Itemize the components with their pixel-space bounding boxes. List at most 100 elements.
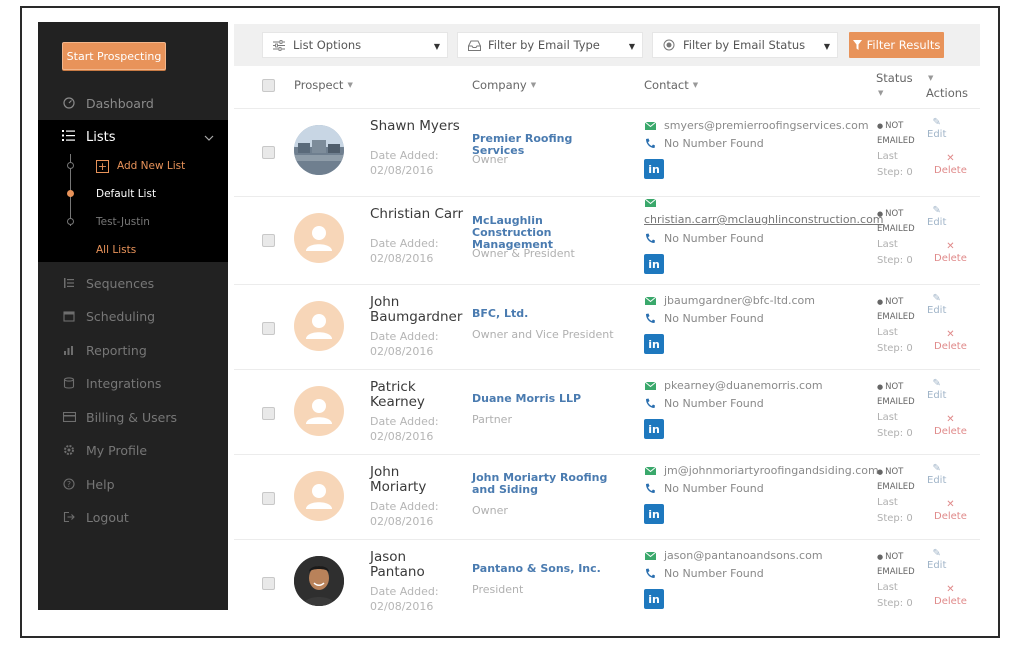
- email-address[interactable]: christian.carr@mclaughlinconstruction.co…: [644, 213, 884, 226]
- nav-help[interactable]: ? Help: [38, 471, 228, 497]
- table-row[interactable]: Jason Pantano Date Added: 02/08/2016 Pan…: [234, 539, 980, 624]
- phone-line: No Number Found: [644, 397, 764, 410]
- email-address[interactable]: jbaumgardner@bfc-ltd.com: [664, 294, 815, 307]
- nav-scheduling[interactable]: Scheduling: [38, 303, 228, 329]
- company-role: Owner and Vice President: [472, 328, 614, 341]
- prospect-name[interactable]: Patrick Kearney: [370, 380, 450, 410]
- row-checkbox[interactable]: [262, 577, 275, 590]
- gear-icon: [62, 443, 76, 457]
- table-row[interactable]: Patrick Kearney Date Added: 02/08/2016 D…: [234, 369, 980, 454]
- email-address[interactable]: jason@pantanoandsons.com: [664, 549, 823, 562]
- email-address[interactable]: jm@johnmoriartyroofingandsiding.com: [664, 464, 879, 477]
- date-added-label: Date Added:: [370, 500, 439, 513]
- nav-billing-users[interactable]: Billing & Users: [38, 404, 228, 430]
- delete-button[interactable]: ✕ Delete: [934, 499, 967, 523]
- chevron-down-icon[interactable]: [204, 130, 214, 145]
- start-prospecting-button[interactable]: Start Prospecting: [62, 42, 166, 70]
- status-dot-icon: ●: [877, 383, 884, 391]
- company-link[interactable]: Pantano & Sons, Inc.: [472, 563, 622, 575]
- delete-button[interactable]: ✕ Delete: [934, 153, 967, 177]
- edit-button[interactable]: ✎ Edit: [927, 293, 946, 317]
- table-row[interactable]: Christian Carr Date Added: 02/08/2016 Mc…: [234, 196, 980, 281]
- filter-icon: [852, 40, 862, 50]
- select-all-checkbox[interactable]: [262, 79, 275, 92]
- status-last: Last: [877, 327, 898, 338]
- phone-number: No Number Found: [664, 137, 764, 150]
- filter-results-button[interactable]: Filter Results: [849, 32, 944, 58]
- linkedin-icon[interactable]: in: [644, 589, 664, 609]
- email-line[interactable]: jm@johnmoriartyroofingandsiding.com: [644, 464, 879, 477]
- delete-button[interactable]: ✕ Delete: [934, 584, 967, 608]
- edit-button[interactable]: ✎ Edit: [927, 463, 946, 487]
- nav-dashboard[interactable]: Dashboard: [38, 90, 228, 116]
- nav-reporting-label: Reporting: [86, 342, 147, 358]
- phone-line: No Number Found: [644, 137, 764, 150]
- row-checkbox[interactable]: [262, 492, 275, 505]
- edit-button[interactable]: ✎ Edit: [927, 117, 946, 141]
- email-type-select[interactable]: Filter by Email Type ▼: [457, 32, 643, 58]
- row-checkbox[interactable]: [262, 146, 275, 159]
- prospect-name[interactable]: Jason Pantano: [370, 550, 450, 580]
- company-link[interactable]: John Moriarty Roofing and Siding: [472, 472, 622, 496]
- default-list-link[interactable]: Default List: [96, 187, 156, 201]
- test-justin-link[interactable]: Test-Justin: [96, 215, 150, 229]
- table-row[interactable]: John Moriarty Date Added: 02/08/2016 Joh…: [234, 454, 980, 539]
- nav-sequences[interactable]: Sequences: [38, 270, 228, 296]
- status-step: Step: 0: [877, 167, 913, 178]
- email-line[interactable]: pkearney@duanemorris.com: [644, 379, 823, 392]
- nav-lists[interactable]: Lists: [62, 128, 214, 146]
- delete-button[interactable]: ✕ Delete: [934, 414, 967, 438]
- prospect-name[interactable]: Shawn Myers: [370, 119, 465, 134]
- edit-icon: ✎: [932, 548, 941, 559]
- edit-button[interactable]: ✎ Edit: [927, 378, 946, 402]
- email-line[interactable]: jbaumgardner@bfc-ltd.com: [644, 294, 815, 307]
- phone-icon: [644, 233, 656, 244]
- close-icon: ✕: [946, 499, 955, 510]
- company-header[interactable]: Company ▼: [472, 78, 536, 92]
- list-options-select[interactable]: List Options ▼: [262, 32, 448, 58]
- envelope-icon: [644, 381, 656, 390]
- email-line[interactable]: christian.carr@mclaughlinconstruction.co…: [644, 213, 884, 226]
- avatar: [294, 213, 344, 263]
- contact-header[interactable]: Contact ▼: [644, 78, 698, 92]
- delete-button[interactable]: ✕ Delete: [934, 329, 967, 353]
- add-new-list-link[interactable]: + Add New List: [96, 159, 185, 173]
- email-address[interactable]: pkearney@duanemorris.com: [664, 379, 823, 392]
- email-status-select[interactable]: Filter by Email Status ▼: [652, 32, 838, 58]
- prospect-name[interactable]: John Moriarty: [370, 465, 450, 495]
- prospect-header[interactable]: Prospect ▼: [294, 78, 353, 92]
- company-link[interactable]: McLaughlin Construction Management: [472, 215, 622, 251]
- nav-my-profile[interactable]: My Profile: [38, 437, 228, 463]
- nav-integrations[interactable]: Integrations: [38, 370, 228, 396]
- status-text-1: NOT: [885, 209, 904, 219]
- prospect-name[interactable]: John Baumgardner: [370, 295, 462, 325]
- status-header[interactable]: Status ▼: [876, 71, 913, 101]
- row-checkbox[interactable]: [262, 407, 275, 420]
- prospect-name[interactable]: Christian Carr: [370, 207, 465, 222]
- email-address[interactable]: smyers@premierroofingservices.com: [664, 119, 869, 132]
- delete-button[interactable]: ✕ Delete: [934, 241, 967, 265]
- row-checkbox[interactable]: [262, 234, 275, 247]
- linkedin-icon[interactable]: in: [644, 504, 664, 524]
- delete-label: Delete: [934, 341, 967, 352]
- row-checkbox[interactable]: [262, 322, 275, 335]
- edit-button[interactable]: ✎ Edit: [927, 205, 946, 229]
- linkedin-icon[interactable]: in: [644, 419, 664, 439]
- edit-button[interactable]: ✎ Edit: [927, 548, 946, 572]
- all-lists-link[interactable]: All Lists: [96, 243, 136, 257]
- radio-icon: [663, 39, 677, 51]
- company-link[interactable]: BFC, Ltd.: [472, 308, 622, 320]
- linkedin-icon[interactable]: in: [644, 334, 664, 354]
- status-step: Step: 0: [877, 513, 913, 524]
- edit-label: Edit: [927, 305, 947, 316]
- table-row[interactable]: Shawn Myers Date Added: 02/08/2016 Premi…: [234, 108, 980, 193]
- nav-logout[interactable]: Logout: [38, 504, 228, 530]
- table-row[interactable]: John Baumgardner Date Added: 02/08/2016 …: [234, 284, 980, 369]
- email-line[interactable]: jason@pantanoandsons.com: [644, 549, 823, 562]
- email-line[interactable]: smyers@premierroofingservices.com: [644, 119, 869, 132]
- filter-results-label: Filter Results: [866, 38, 941, 52]
- company-link[interactable]: Duane Morris LLP: [472, 393, 622, 405]
- linkedin-icon[interactable]: in: [644, 254, 664, 274]
- linkedin-icon[interactable]: in: [644, 159, 664, 179]
- nav-reporting[interactable]: Reporting: [38, 337, 228, 363]
